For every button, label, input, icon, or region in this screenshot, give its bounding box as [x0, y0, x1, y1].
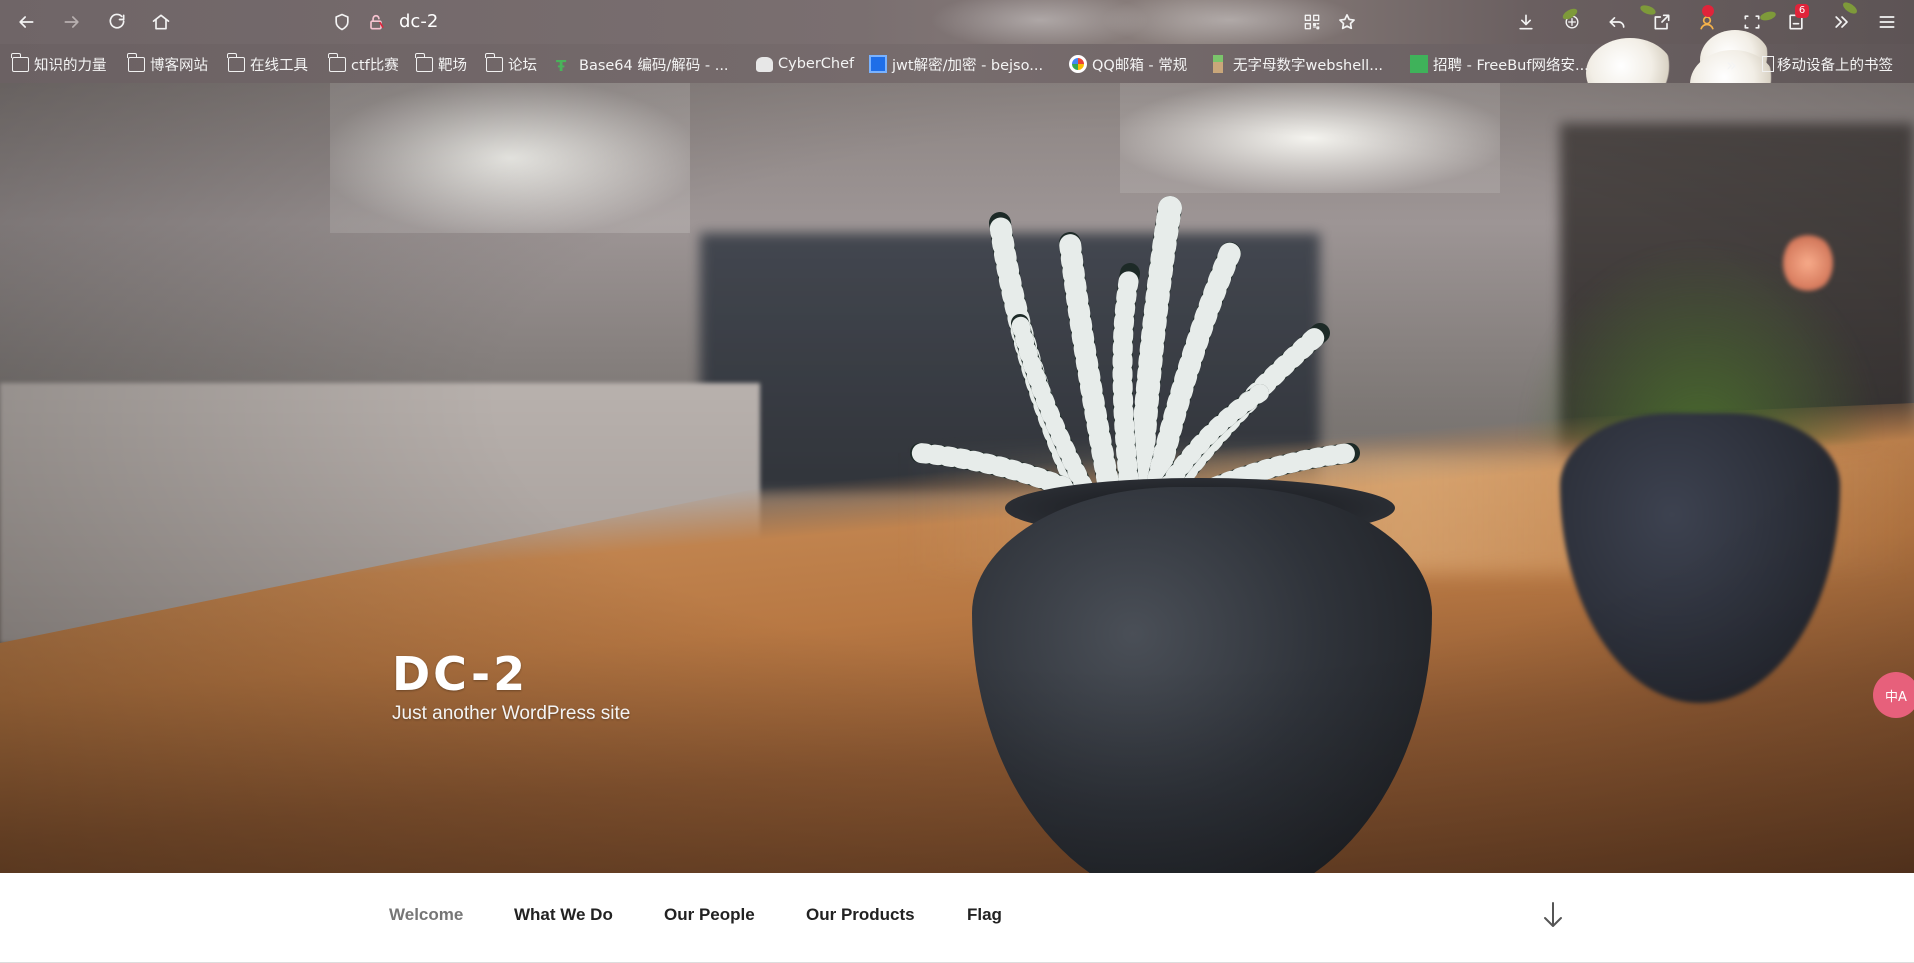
chevron-right-icon: » [1726, 54, 1738, 76]
folder-icon [227, 52, 245, 72]
bookmark-link[interactable]: Ŧ Base64 编码/解码 - ... [556, 53, 729, 75]
main-menu-button[interactable] [1873, 8, 1901, 36]
folder-icon [11, 52, 29, 72]
back-icon [19, 16, 34, 28]
bookmark-folder[interactable]: 移动设备上的书签 [1762, 53, 1893, 75]
qr-code-button[interactable] [1298, 8, 1326, 36]
qr-icon [1304, 14, 1320, 30]
nav-item-our-products[interactable]: Our Products [806, 905, 915, 925]
download-icon [1519, 14, 1533, 30]
bookmark-folder[interactable]: 博客网站 [127, 52, 208, 75]
bookmark-label: 论坛 [508, 57, 537, 74]
bookmark-folder[interactable]: 知识的力量 [11, 52, 107, 75]
scroll-down-button[interactable] [1541, 900, 1565, 930]
home-icon [152, 14, 170, 30]
lock-icon [370, 14, 384, 30]
tracking-protection-button[interactable] [328, 8, 356, 36]
bookmark-label: jwt解密/加密 - bejso... [892, 57, 1044, 74]
bookmark-label: 在线工具 [250, 57, 308, 74]
site-info-button[interactable] [362, 8, 390, 36]
reload-icon [109, 13, 125, 29]
address-bar-title[interactable]: dc-2 [399, 11, 438, 32]
bookmark-label: 博客网站 [150, 57, 208, 74]
arrow-down-icon [1544, 902, 1562, 927]
bookmark-label: 靶场 [438, 57, 467, 74]
bookmark-folder[interactable]: 在线工具 [227, 52, 308, 75]
undo-button[interactable] [1603, 8, 1631, 36]
nav-item-our-people[interactable]: Our People [664, 905, 755, 925]
star-icon [1339, 14, 1355, 30]
downloads-button[interactable] [1512, 8, 1540, 36]
folder-icon [485, 52, 503, 72]
screenshot-icon [1744, 15, 1760, 29]
nav-item-flag[interactable]: Flag [967, 905, 1002, 925]
forward-button[interactable] [58, 8, 86, 36]
bookmark-label: 无字母数字webshell... [1233, 57, 1384, 74]
bookmark-link[interactable]: 招聘 - FreeBuf网络安... [1410, 53, 1589, 75]
bookmark-label: QQ邮箱 - 常规 [1092, 57, 1188, 74]
bookmark-label: 知识的力量 [34, 57, 107, 74]
undo-icon [1609, 17, 1625, 28]
bookmarks-bar: 知识的力量 博客网站 在线工具 ctf比赛 靶场 论坛 Ŧ Base64 编码/… [0, 30, 1914, 118]
back-button[interactable] [12, 8, 40, 36]
bookmark-folder[interactable]: 靶场 [415, 52, 467, 75]
folder-icon [415, 52, 433, 72]
freebuf-icon [1410, 55, 1428, 73]
folder-icon [127, 52, 145, 72]
translate-button[interactable]: 中A [1873, 672, 1914, 718]
bookmark-label: Base64 编码/解码 - ... [579, 57, 729, 74]
more-bookmarks-button[interactable]: » [1726, 54, 1737, 76]
bookmark-label: CyberChef [778, 56, 855, 72]
share-icon [1654, 14, 1670, 30]
bookmark-label: ctf比赛 [351, 57, 399, 74]
forward-icon [64, 16, 79, 28]
mobile-bookmarks-icon [1762, 56, 1774, 72]
jwt-site-icon [869, 55, 887, 73]
hero-vignette [0, 83, 1914, 873]
more-icon [1835, 16, 1848, 28]
reload-button[interactable] [103, 8, 131, 36]
bookmark-link[interactable]: QQ邮箱 - 常规 [1069, 53, 1187, 75]
bookmark-link[interactable]: 无字母数字webshell... [1213, 53, 1383, 75]
bookmark-label: 移动设备上的书签 [1777, 57, 1893, 74]
qq-mail-icon [1069, 55, 1087, 73]
translate-icon: 中A [1885, 689, 1907, 705]
nav-item-what-we-do[interactable]: What We Do [514, 905, 613, 925]
bookmark-star-button[interactable] [1333, 8, 1361, 36]
cyberchef-icon [756, 56, 773, 72]
menu-icon [1879, 16, 1895, 28]
bookmark-folder[interactable]: ctf比赛 [328, 52, 399, 75]
bookmark-link[interactable]: CyberChef [756, 53, 854, 75]
hero-header [0, 83, 1914, 873]
base64-site-icon: Ŧ [556, 56, 567, 75]
bookmark-link[interactable]: jwt解密/加密 - bejso... [869, 53, 1043, 75]
profile-badge [1702, 5, 1714, 17]
notification-badge: 6 [1795, 4, 1809, 18]
nav-item-welcome[interactable]: Welcome [389, 905, 463, 925]
shield-icon [335, 13, 349, 31]
home-button[interactable] [147, 8, 175, 36]
site-title[interactable]: DC-2 [392, 647, 528, 701]
site-tagline: Just another WordPress site [392, 703, 631, 724]
bookmark-folder[interactable]: 论坛 [485, 52, 537, 75]
folder-icon [328, 52, 346, 72]
main-navigation: Welcome What We Do Our People Our Produc… [0, 873, 1914, 963]
webshell-site-icon [1213, 55, 1223, 73]
bookmark-label: 招聘 - FreeBuf网络安... [1433, 57, 1589, 74]
